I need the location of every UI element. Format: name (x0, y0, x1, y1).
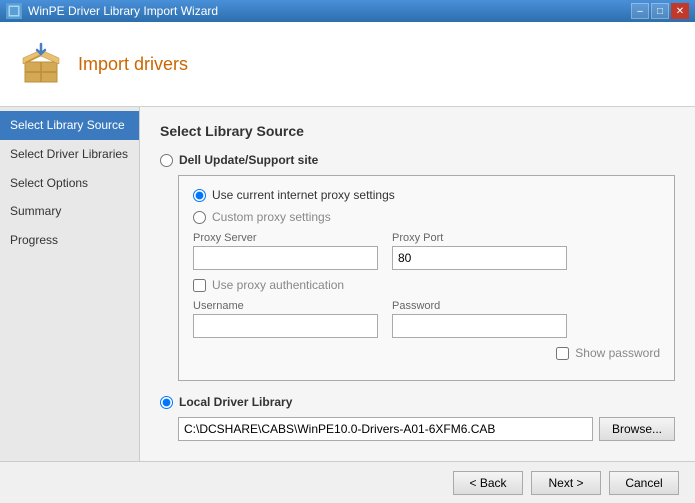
username-label: Username (193, 300, 378, 312)
main-content: Select Library Source Dell Update/Suppor… (140, 107, 695, 461)
username-input[interactable] (193, 314, 378, 338)
title-bar: WinPE Driver Library Import Wizard – □ ✕ (0, 0, 695, 22)
proxy-port-input[interactable] (392, 246, 567, 270)
bottom-bar: < Back Next > Cancel (0, 461, 695, 503)
app-icon (6, 3, 22, 19)
proxy-server-input[interactable] (193, 246, 378, 270)
title-bar-buttons: – □ ✕ (631, 3, 689, 19)
password-group: Password (392, 300, 567, 338)
password-input[interactable] (392, 314, 567, 338)
sidebar-item-select-library-source[interactable]: Select Library Source (0, 111, 139, 140)
show-password-row: Show password (193, 346, 660, 360)
password-label: Password (392, 300, 567, 312)
sidebar-item-select-options[interactable]: Select Options (0, 169, 139, 198)
show-password-checkbox[interactable] (556, 347, 569, 360)
header-icon (16, 39, 66, 89)
sidebar-item-select-driver-libraries[interactable]: Select Driver Libraries (0, 140, 139, 169)
local-library-label[interactable]: Local Driver Library (160, 395, 675, 409)
back-button[interactable]: < Back (453, 471, 523, 495)
current-proxy-radio[interactable] (193, 189, 206, 202)
close-button[interactable]: ✕ (671, 3, 689, 19)
proxy-server-group: Proxy Server (193, 232, 378, 270)
username-password-row: Username Password (193, 300, 660, 338)
sidebar: Select Library Source Select Driver Libr… (0, 107, 140, 461)
proxy-port-group: Proxy Port (392, 232, 567, 270)
path-row: Browse... (178, 417, 675, 441)
maximize-button[interactable]: □ (651, 3, 669, 19)
section-title: Select Library Source (160, 123, 675, 139)
dell-option-label[interactable]: Dell Update/Support site (160, 153, 675, 167)
proxy-server-port-row: Proxy Server Proxy Port (193, 232, 660, 270)
username-group: Username (193, 300, 378, 338)
proxy-auth-row: Use proxy authentication (193, 278, 660, 292)
cancel-button[interactable]: Cancel (609, 471, 679, 495)
title-bar-left: WinPE Driver Library Import Wizard (6, 3, 218, 19)
proxy-port-label: Proxy Port (392, 232, 567, 244)
dell-option-group: Dell Update/Support site (160, 153, 675, 167)
proxy-panel: Use current internet proxy settings Cust… (178, 175, 675, 381)
local-library-group: Local Driver Library (160, 395, 675, 409)
header: Import drivers (0, 22, 695, 107)
header-title: Import drivers (78, 54, 188, 75)
content-area: Select Library Source Select Driver Libr… (0, 107, 695, 461)
dell-radio[interactable] (160, 154, 173, 167)
minimize-button[interactable]: – (631, 3, 649, 19)
window-body: Import drivers Select Library Source Sel… (0, 22, 695, 503)
custom-proxy-radio[interactable] (193, 211, 206, 224)
title-bar-text: WinPE Driver Library Import Wizard (28, 4, 218, 18)
local-library-radio[interactable] (160, 396, 173, 409)
custom-proxy-row: Custom proxy settings (193, 210, 660, 224)
current-proxy-row: Use current internet proxy settings (193, 188, 660, 202)
next-button[interactable]: Next > (531, 471, 601, 495)
proxy-auth-checkbox[interactable] (193, 279, 206, 292)
proxy-server-label: Proxy Server (193, 232, 378, 244)
browse-button[interactable]: Browse... (599, 417, 675, 441)
path-input[interactable] (178, 417, 593, 441)
sidebar-item-progress[interactable]: Progress (0, 226, 139, 255)
sidebar-item-summary[interactable]: Summary (0, 197, 139, 226)
